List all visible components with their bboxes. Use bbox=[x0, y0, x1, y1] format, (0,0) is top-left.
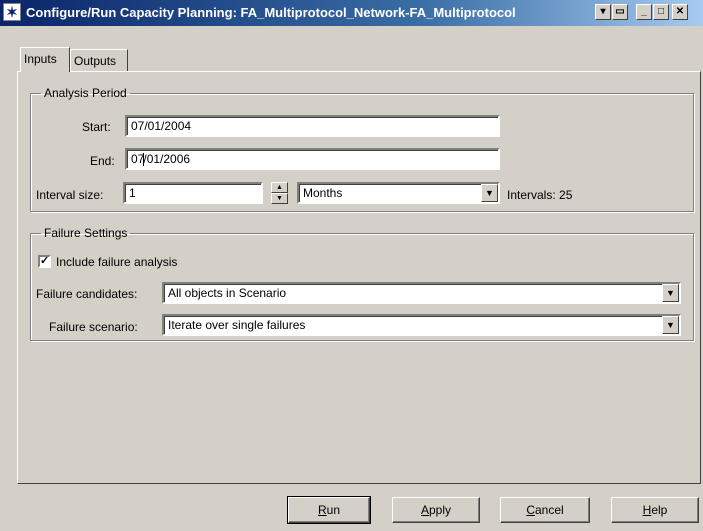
minimize-icon[interactable]: _ bbox=[636, 4, 652, 20]
help-button[interactable]: Help bbox=[611, 497, 699, 523]
chevron-down-icon[interactable]: ▼ bbox=[481, 184, 498, 202]
apply-mnemonic: A bbox=[420, 503, 429, 517]
run-mnemonic: R bbox=[317, 503, 327, 517]
run-button[interactable]: Run bbox=[287, 496, 371, 524]
failure-scenario-select[interactable]: Iterate over single failures ▼ bbox=[162, 314, 681, 336]
apply-label: pply bbox=[429, 503, 452, 517]
failure-settings-legend: Failure Settings bbox=[44, 226, 128, 240]
spin-down-icon[interactable]: ▼ bbox=[271, 193, 288, 204]
interval-size-input[interactable]: 1 bbox=[123, 182, 263, 204]
run-label: un bbox=[326, 503, 341, 517]
start-date-value: 07/01/2004 bbox=[131, 119, 192, 133]
chevron-down-icon[interactable]: ▼ bbox=[662, 284, 679, 302]
cancel-button[interactable]: Cancel bbox=[500, 497, 590, 523]
cancel-label: ancel bbox=[534, 503, 564, 517]
include-failure-checkbox[interactable]: ✓ bbox=[38, 255, 51, 268]
title-bar[interactable]: ✶ Configure/Run Capacity Planning: FA_Mu… bbox=[0, 0, 703, 26]
tab-outputs[interactable]: Outputs bbox=[70, 49, 128, 71]
help-label: elp bbox=[651, 503, 668, 517]
interval-spinner[interactable]: ▲ ▼ bbox=[271, 182, 288, 204]
apply-button[interactable]: Apply bbox=[392, 497, 480, 523]
interval-size-label: Interval size: bbox=[36, 188, 104, 202]
menu-dropdown-icon[interactable]: ▾ bbox=[595, 4, 611, 20]
failure-candidates-select[interactable]: All objects in Scenario ▼ bbox=[162, 282, 681, 304]
tab-outputs-label: Outputs bbox=[74, 54, 117, 68]
end-label: End: bbox=[90, 154, 115, 168]
chevron-down-icon[interactable]: ▼ bbox=[662, 316, 679, 334]
window-title: Configure/Run Capacity Planning: FA_Mult… bbox=[26, 5, 516, 20]
close-icon[interactable]: ✕ bbox=[672, 4, 688, 20]
interval-size-value: 1 bbox=[129, 186, 136, 200]
end-date-input[interactable]: 07/01/2006 bbox=[125, 148, 500, 170]
star-icon[interactable]: ✶ bbox=[3, 3, 21, 21]
failure-candidates-label: Failure candidates: bbox=[36, 287, 138, 301]
maximize-icon[interactable]: □ bbox=[653, 4, 669, 20]
intervals-count: Intervals: 25 bbox=[507, 188, 573, 202]
analysis-period-legend: Analysis Period bbox=[44, 86, 127, 100]
interval-unit-value: Months bbox=[303, 186, 343, 200]
include-failure-label[interactable]: Include failure analysis bbox=[56, 255, 177, 269]
tab-inputs[interactable]: Inputs bbox=[20, 47, 70, 72]
failure-scenario-label: Failure scenario: bbox=[49, 320, 138, 334]
start-label: Start: bbox=[82, 120, 111, 134]
cancel-mnemonic: C bbox=[526, 503, 535, 517]
failure-scenario-value: Iterate over single failures bbox=[168, 318, 306, 332]
interval-unit-select[interactable]: Months ▼ bbox=[297, 182, 500, 204]
start-date-input[interactable]: 07/01/2004 bbox=[125, 115, 500, 137]
tab-inputs-label: Inputs bbox=[24, 52, 57, 66]
end-date-value-part2: /01/2006 bbox=[143, 152, 191, 166]
failure-candidates-value: All objects in Scenario bbox=[168, 286, 287, 300]
restore-icon[interactable]: ▭ bbox=[612, 4, 628, 20]
spin-up-icon[interactable]: ▲ bbox=[271, 182, 288, 193]
